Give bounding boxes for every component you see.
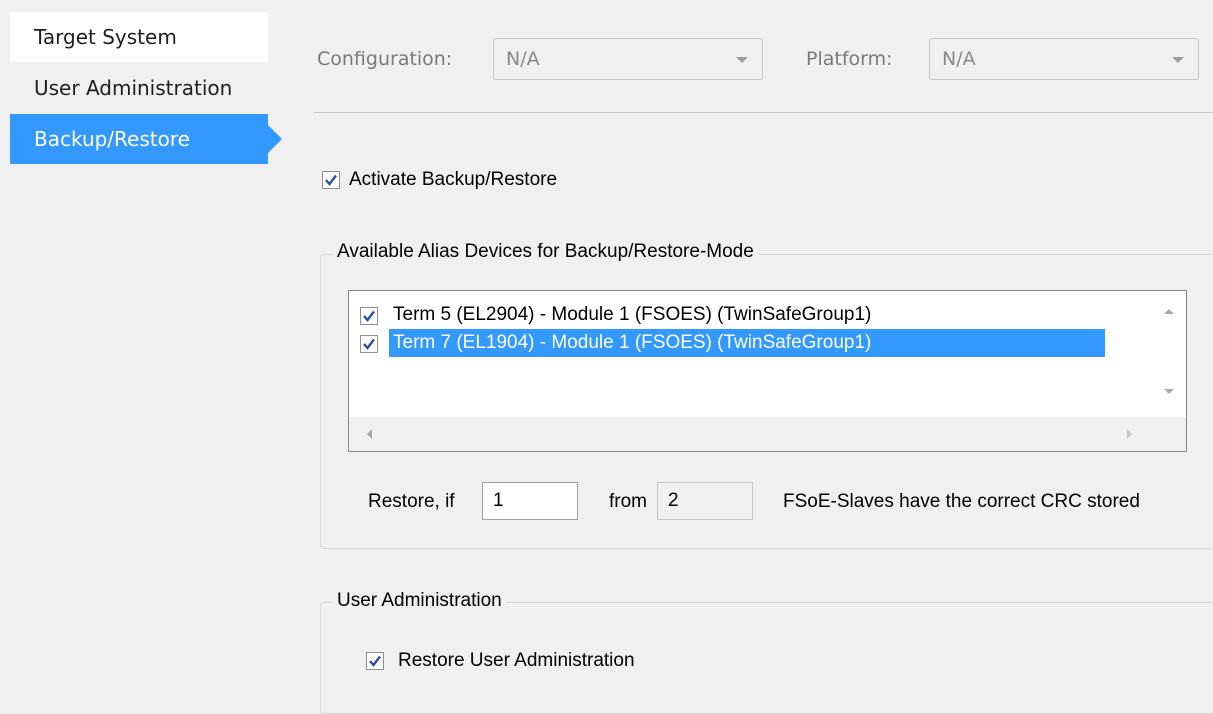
platform-combobox[interactable]: N/A [929,38,1199,80]
device-label: Term 7 (EL1904) - Module 1 (FSOES) (Twin… [389,329,1105,357]
configuration-label: Configuration: [317,48,453,70]
restore-if-label: Restore, if [368,491,455,512]
chevron-down-icon [1172,57,1184,63]
scroll-down-icon[interactable] [1164,389,1174,394]
checkmark-icon [325,174,337,186]
vertical-scrollbar[interactable] [1152,291,1186,417]
activate-backup-restore-checkbox[interactable] [322,171,340,189]
crc-suffix-label: FSoE-Slaves have the correct CRC stored [783,491,1140,512]
horizontal-scrollbar[interactable] [349,417,1152,451]
alias-devices-list[interactable]: Term 5 (EL2904) - Module 1 (FSOES) (Twin… [348,290,1187,452]
device-label: Term 5 (EL2904) - Module 1 (FSOES) (Twin… [393,304,872,325]
configuration-combobox[interactable]: N/A [493,38,763,80]
restore-user-administration-checkbox[interactable] [366,652,384,670]
checkmark-icon [369,655,381,667]
checkmark-icon [363,338,375,350]
total-count-field [657,482,753,520]
scroll-left-icon[interactable] [367,429,372,439]
device-checkbox[interactable] [360,335,378,353]
sidebar-item-target-system[interactable]: Target System [10,12,268,62]
configuration-value: N/A [506,48,540,70]
alias-devices-group-title: Available Alias Devices for Backup/Resto… [333,241,758,263]
scroll-right-icon[interactable] [1127,429,1132,439]
scrollbar-corner [1152,417,1186,451]
header-divider [313,112,1213,113]
checkmark-icon [363,310,375,322]
selection-arrow-icon [268,125,282,153]
platform-label: Platform: [806,48,893,70]
sidebar-item-backup-restore[interactable]: Backup/Restore [10,114,282,164]
chevron-down-icon [736,57,748,63]
activate-backup-restore-label: Activate Backup/Restore [349,169,558,190]
sidebar-item-label: User Administration [34,76,233,100]
platform-value: N/A [942,48,976,70]
scroll-up-icon[interactable] [1164,309,1174,314]
from-label: from [609,491,647,512]
sidebar-item-label: Target System [34,25,177,49]
device-checkbox[interactable] [360,307,378,325]
sidebar-item-label: Backup/Restore [34,127,190,151]
user-administration-group-title: User Administration [333,590,506,612]
restore-count-input[interactable] [482,482,578,520]
sidebar: Target System User Administration Backup… [0,0,283,697]
sidebar-item-user-administration[interactable]: User Administration [10,63,268,113]
restore-user-administration-label: Restore User Administration [398,650,635,671]
